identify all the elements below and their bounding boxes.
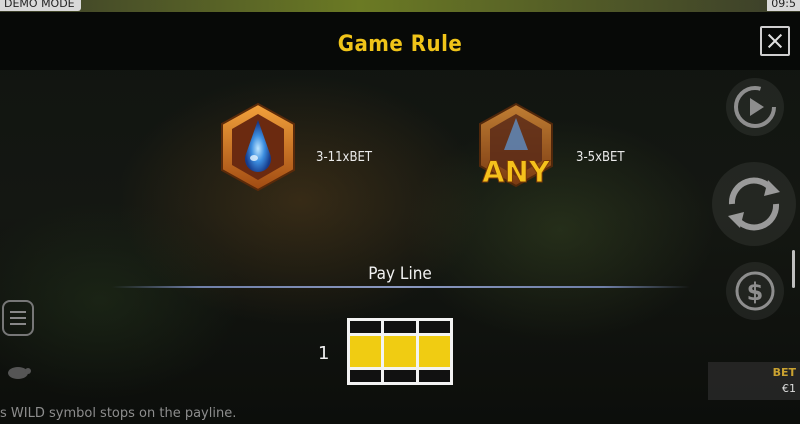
bet-value: €1	[782, 382, 796, 395]
payline-cell	[350, 321, 382, 333]
any-symbol-label: ANY	[482, 155, 551, 189]
spin-arrows-icon	[728, 177, 780, 231]
payline-cell	[418, 321, 450, 333]
any-symbol-icon: ANY	[479, 102, 553, 190]
payline-cell	[418, 336, 450, 367]
autoplay-button[interactable]	[726, 78, 784, 136]
top-status-bar	[0, 0, 800, 12]
payline-cell	[384, 321, 416, 333]
payline-cell	[384, 370, 416, 382]
spin-button[interactable]	[712, 162, 796, 246]
payline-cell	[384, 336, 416, 367]
autoplay-icon	[734, 86, 776, 128]
section-divider	[112, 286, 690, 288]
clock-readout: 09:5	[767, 0, 800, 11]
symbol-2-payout: 3-5xBET	[576, 150, 625, 165]
bet-label: BET	[772, 366, 796, 379]
close-button[interactable]	[760, 26, 790, 56]
payline-number: 1	[318, 343, 330, 364]
symbol-1-payout: 3-11xBET	[316, 150, 373, 165]
payline-cell	[350, 370, 382, 382]
rule-text: s WILD symbol stops on the payline.	[0, 406, 237, 421]
payline-cell	[350, 336, 382, 367]
payline-diagram	[347, 318, 453, 385]
blue-gem-symbol-icon	[221, 102, 295, 192]
payline-section-title: Pay Line	[368, 264, 432, 284]
turbo-turtle-icon[interactable]	[4, 362, 32, 382]
demo-mode-badge: DEMO MODE	[0, 0, 81, 11]
dialog-title: Game Rule	[337, 32, 463, 57]
payline-cell	[418, 370, 450, 382]
menu-button[interactable]	[2, 300, 34, 336]
bet-panel: BET €1	[708, 362, 800, 400]
